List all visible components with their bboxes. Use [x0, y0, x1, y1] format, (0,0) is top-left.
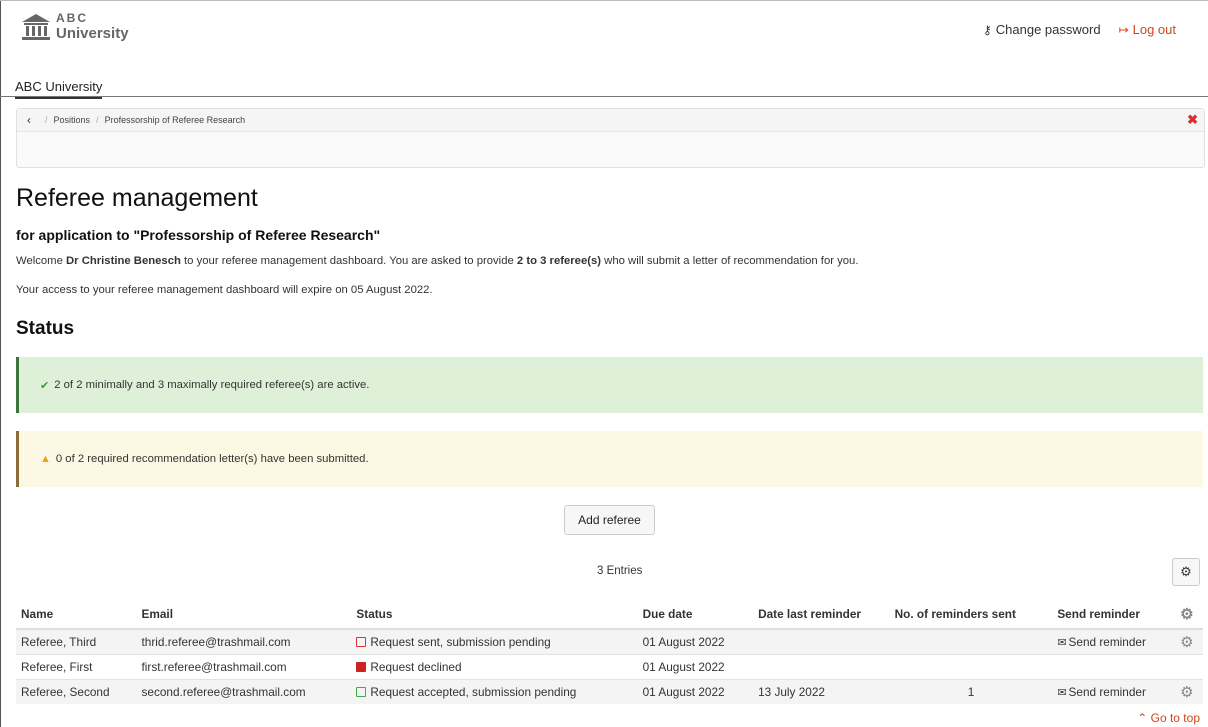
status-declined-icon — [356, 662, 367, 672]
send-reminder-label: Send reminder — [1068, 685, 1146, 699]
change-password-link[interactable]: ⚷ Change password — [983, 22, 1101, 37]
send-reminder-link[interactable]: ✉ Send reminder — [1057, 685, 1146, 699]
window-left-border — [0, 0, 1, 727]
cell-due-date: 01 August 2022 — [637, 679, 754, 704]
status-text: Request sent, submission pending — [370, 635, 551, 649]
send-reminder-link[interactable]: ✉ Send reminder — [1057, 635, 1146, 649]
cell-status: Request sent, submission pending — [351, 628, 638, 655]
access-expiry-text: Your access to your referee management d… — [16, 284, 433, 296]
logout-icon: ↦ — [1118, 22, 1129, 37]
breadcrumb-panel: ‹ / Positions / Professorship of Referee… — [16, 108, 1205, 168]
breadcrumb-separator: / — [96, 115, 99, 125]
cell-due-date: 01 August 2022 — [637, 628, 754, 655]
cell-send-reminder — [1052, 654, 1171, 680]
column-header-name[interactable]: Name — [16, 600, 137, 630]
cell-reminder-count — [889, 628, 1053, 655]
add-referee-button[interactable]: Add referee — [564, 505, 655, 535]
nav-tab-label: ABC University — [15, 79, 103, 94]
gear-icon: ⚙ — [1180, 564, 1192, 579]
envelope-icon: ✉ — [1057, 687, 1067, 699]
status-accepted-icon — [356, 687, 367, 697]
cell-reminder-count — [889, 654, 1053, 680]
cell-name: Referee, Third — [16, 628, 137, 655]
cell-email: first.referee@trashmail.com — [136, 654, 352, 680]
column-header-reminders-sent[interactable]: No. of reminders sent — [889, 600, 1053, 630]
column-header-email[interactable]: Email — [136, 600, 352, 630]
cell-reminder-count: 1 — [889, 679, 1053, 704]
close-icon[interactable]: ✖ — [1187, 112, 1198, 128]
change-password-label: Change password — [995, 22, 1101, 37]
referees-table: Name Email Status Due date Date last rem… — [16, 600, 1203, 704]
breadcrumb: ‹ / Positions / Professorship of Referee… — [17, 109, 1204, 132]
send-reminder-label: Send reminder — [1068, 635, 1146, 649]
logo-text-line1: ABC — [56, 11, 88, 25]
table-header-row: Name Email Status Due date Date last rem… — [16, 600, 1203, 630]
nav-tab-abc-university[interactable]: ABC University — [15, 79, 103, 99]
cell-name: Referee, Second — [16, 679, 137, 704]
cell-name: Referee, First — [16, 654, 137, 680]
table-settings-button[interactable]: ⚙ — [1172, 558, 1200, 586]
back-chevron-icon[interactable]: ‹ — [27, 113, 31, 127]
key-icon: ⚷ — [982, 22, 992, 37]
warning-icon: ▲ — [40, 453, 51, 465]
cell-last-reminder: 13 July 2022 — [753, 679, 890, 704]
status-heading: Status — [16, 318, 75, 339]
status-pending-icon — [356, 637, 367, 647]
logo-text-line2: University — [56, 25, 129, 42]
envelope-icon: ✉ — [1057, 637, 1067, 649]
entries-count: 3 Entries — [597, 565, 643, 577]
column-settings-gear-icon[interactable]: ⚙ — [1170, 600, 1203, 630]
cell-last-reminder — [753, 628, 890, 655]
column-header-due-date[interactable]: Due date — [637, 600, 754, 630]
cell-send-reminder: ✉ Send reminder — [1052, 679, 1171, 704]
go-to-top-link[interactable]: ⌃ Go to top — [1137, 711, 1200, 725]
welcome-post: who will submit a letter of recommendati… — [601, 255, 859, 267]
status-text: Request accepted, submission pending — [370, 685, 577, 699]
cell-send-reminder: ✉ Send reminder — [1052, 628, 1171, 655]
column-header-send-reminder[interactable]: Send reminder — [1052, 600, 1171, 630]
cell-email: second.referee@trashmail.com — [136, 679, 352, 704]
breadcrumb-current: Professorship of Referee Research — [104, 115, 246, 125]
column-header-date-last-reminder[interactable]: Date last reminder — [753, 600, 890, 630]
window-top-border — [0, 0, 1208, 1]
logout-label: Log out — [1132, 22, 1176, 37]
table-row[interactable]: Referee, First first.referee@trashmail.c… — [16, 654, 1203, 680]
table-row[interactable]: Referee, Second second.referee@trashmail… — [16, 679, 1203, 704]
cell-due-date: 01 August 2022 — [637, 654, 754, 680]
referees-active-alert: ✔ 2 of 2 minimally and 3 maximally requi… — [16, 357, 1203, 413]
chevron-up-icon: ⌃ — [1137, 711, 1148, 725]
breadcrumb-separator: / — [45, 115, 48, 125]
go-to-top-label: Go to top — [1150, 711, 1200, 725]
table-row[interactable]: Referee, Third thrid.referee@trashmail.c… — [16, 628, 1203, 655]
check-circle-icon: ✔ — [40, 379, 50, 392]
account-links: ⚷ Change password ↦ Log out — [983, 22, 1176, 37]
column-header-status[interactable]: Status — [351, 600, 638, 630]
building-icon — [22, 14, 50, 40]
cell-status: Request declined — [351, 654, 638, 680]
breadcrumb-positions[interactable]: Positions — [54, 115, 91, 125]
cell-last-reminder — [753, 654, 890, 680]
alert-ok-text: 2 of 2 minimally and 3 maximally require… — [54, 379, 370, 391]
status-text: Request declined — [370, 660, 462, 674]
cell-status: Request accepted, submission pending — [351, 679, 638, 704]
cell-email: thrid.referee@trashmail.com — [136, 628, 352, 655]
page-subtitle: for application to "Professorship of Ref… — [16, 227, 381, 243]
welcome-mid: to your referee management dashboard. Yo… — [180, 255, 517, 267]
welcome-pre: Welcome — [16, 255, 67, 267]
welcome-text: Welcome Dr Christine Benesch to your ref… — [16, 255, 858, 267]
row-gear-icon[interactable]: ⚙ — [1170, 628, 1203, 655]
referee-count: 2 to 3 referee(s) — [516, 255, 602, 267]
letters-submitted-alert: ▲ 0 of 2 required recommendation letter(… — [16, 431, 1203, 487]
applicant-name: Dr Christine Benesch — [66, 255, 181, 267]
logout-link[interactable]: ↦ Log out — [1119, 22, 1176, 37]
page-title: Referee management — [16, 184, 258, 212]
row-gear-placeholder — [1170, 654, 1203, 680]
university-logo[interactable]: ABC University — [20, 10, 160, 50]
alert-warn-text: 0 of 2 required recommendation letter(s)… — [55, 453, 369, 465]
nav-divider — [0, 96, 1208, 97]
row-gear-icon[interactable]: ⚙ — [1170, 679, 1203, 704]
